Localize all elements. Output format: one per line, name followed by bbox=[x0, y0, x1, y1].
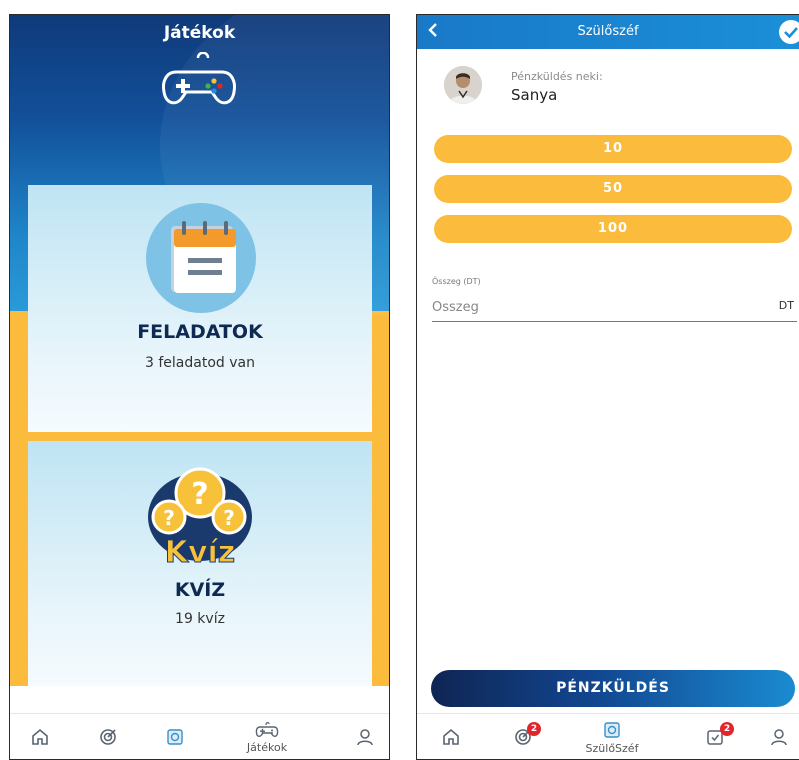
tab-games-label: Játékok bbox=[246, 740, 288, 754]
tab-parent-safe-label: SzülőSzéf bbox=[585, 741, 639, 755]
games-screen: Játékok FELADATOK 3 feladatod van ? ? ? … bbox=[9, 14, 390, 760]
tasks-title: FELADATOK bbox=[137, 321, 263, 343]
gamepad-icon bbox=[162, 52, 236, 105]
home-icon bbox=[32, 728, 48, 745]
notification-badge: 2 bbox=[720, 722, 734, 736]
check-icon bbox=[784, 27, 798, 39]
calendar-icon bbox=[146, 203, 256, 313]
home-icon bbox=[443, 728, 459, 745]
bottom-tabbar: 2 SzülőSzéf 2 bbox=[417, 713, 799, 759]
notification-badge: 2 bbox=[527, 722, 541, 736]
recipient-label: Pénzküldés neki: bbox=[511, 70, 603, 83]
app-header: Szülőszéf bbox=[417, 15, 799, 49]
tab-goals[interactable] bbox=[88, 714, 128, 759]
tab-tasks[interactable]: 2 bbox=[695, 714, 735, 759]
safe-icon bbox=[604, 721, 620, 738]
tab-profile[interactable] bbox=[345, 714, 385, 759]
tab-home[interactable] bbox=[431, 714, 471, 759]
tab-safe[interactable] bbox=[155, 714, 195, 759]
profile-icon bbox=[771, 729, 787, 746]
amount-field-label: Összeg (DT) bbox=[432, 277, 481, 286]
amount-option-50[interactable]: 50 bbox=[434, 175, 792, 203]
tab-profile[interactable] bbox=[759, 714, 799, 759]
quiz-logo-icon: ? ? ? Kvíz bbox=[148, 467, 252, 571]
money-transfer-screen: Szülőszéf Pénzküldés neki: Sanya 10 50 1… bbox=[416, 14, 799, 760]
page-title: Szülőszéf bbox=[577, 24, 639, 39]
amount-option-10[interactable]: 10 bbox=[434, 135, 792, 163]
bottom-tabbar: Játékok bbox=[10, 713, 389, 759]
send-money-button[interactable]: PÉNZKÜLDÉS bbox=[431, 670, 795, 707]
gamepad-icon bbox=[255, 721, 279, 737]
svg-text:?: ? bbox=[163, 506, 175, 530]
tab-goals[interactable]: 2 bbox=[503, 714, 543, 759]
tasks-card[interactable]: FELADATOK 3 feladatod van bbox=[28, 185, 372, 432]
tab-games[interactable]: Játékok bbox=[232, 714, 302, 759]
profile-icon bbox=[357, 729, 373, 746]
svg-text:?: ? bbox=[223, 506, 235, 530]
quiz-card[interactable]: ? ? ? Kvíz KVÍZ 19 kvíz bbox=[28, 441, 372, 686]
avatar bbox=[444, 66, 482, 104]
amount-option-100[interactable]: 100 bbox=[434, 215, 792, 243]
confirm-button[interactable] bbox=[779, 20, 799, 44]
page-title: Játékok bbox=[163, 23, 236, 43]
tasks-count: 3 feladatod van bbox=[145, 355, 255, 371]
amount-unit: DT bbox=[778, 299, 794, 312]
recipient-name: Sanya bbox=[511, 86, 558, 104]
tab-parent-safe[interactable]: SzülőSzéf bbox=[577, 714, 647, 759]
quiz-title: KVÍZ bbox=[174, 579, 226, 601]
target-icon bbox=[100, 729, 116, 745]
tab-home[interactable] bbox=[20, 714, 60, 759]
quiz-logo-text: Kvíz bbox=[165, 535, 236, 570]
amount-input[interactable] bbox=[432, 294, 797, 322]
person-photo-icon bbox=[444, 66, 482, 104]
quiz-count: 19 kvíz bbox=[175, 611, 225, 627]
safe-icon bbox=[167, 729, 183, 745]
svg-text:?: ? bbox=[191, 477, 208, 512]
